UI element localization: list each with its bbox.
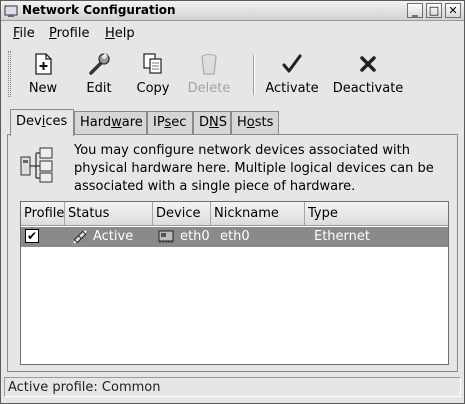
toolbar: New Edit Copy Delete Activate Deactivate (1, 47, 464, 103)
app-icon (4, 5, 18, 17)
maximize-button[interactable]: □ (426, 3, 442, 18)
column-header-nickname[interactable]: Nickname (211, 202, 305, 225)
copy-icon (143, 53, 162, 74)
network-configuration-window: Network Configuration _ □ ✕ File Profile… (0, 0, 465, 404)
deactivate-button[interactable]: Deactivate (331, 51, 405, 99)
column-header-status[interactable]: Status (65, 202, 153, 225)
minimize-button[interactable]: _ (407, 3, 423, 18)
network-devices-icon (20, 147, 53, 183)
device-list-header: Profile Status Device Nickname Type (21, 202, 448, 226)
profile-checkbox[interactable]: ✔ (25, 229, 39, 243)
toolbar-grip[interactable] (8, 51, 11, 97)
edit-button[interactable]: Edit (80, 51, 118, 99)
activate-button[interactable]: Activate (264, 51, 320, 99)
wrench-icon (89, 53, 110, 75)
x-icon (360, 56, 376, 72)
status-cell: Active (93, 229, 134, 244)
copy-button[interactable]: Copy (132, 51, 174, 99)
new-button[interactable]: New (23, 51, 63, 99)
tab-hardware[interactable]: Hardware (74, 111, 147, 135)
active-connection-icon (73, 230, 87, 244)
checkmark-icon (282, 54, 302, 73)
column-header-profile[interactable]: Profile (21, 202, 65, 225)
status-bar: Active profile: Common (4, 377, 461, 397)
column-header-device[interactable]: Device (153, 202, 211, 225)
tab-dns[interactable]: DNS (193, 111, 231, 135)
trash-icon (201, 54, 217, 75)
menu-help[interactable]: Help (105, 26, 135, 41)
new-document-icon (35, 53, 52, 75)
device-list: Profile Status Device Nickname Type ✔ Ac… (20, 201, 449, 365)
menu-bar: File Profile Help (1, 22, 464, 44)
window-title: Network Configuration (22, 3, 176, 17)
devices-description: You may configure network devices associ… (74, 143, 434, 194)
delete-button[interactable]: Delete (185, 51, 233, 99)
devices-panel: You may configure network devices associ… (7, 134, 458, 372)
menu-file[interactable]: File (13, 26, 35, 41)
tab-ipsec[interactable]: IPsec (147, 111, 193, 135)
title-bar[interactable]: Network Configuration _ □ ✕ (1, 1, 464, 21)
column-header-type[interactable]: Type (305, 202, 448, 225)
tab-bar: Devices Hardware IPsec DNS Hosts (1, 109, 464, 136)
tab-devices[interactable]: Devices (10, 109, 74, 136)
type-cell: Ethernet (314, 229, 370, 244)
device-cell: eth0 (180, 229, 210, 244)
toolbar-separator (253, 55, 255, 95)
menu-profile[interactable]: Profile (49, 26, 89, 41)
table-row[interactable]: ✔ Active eth0 eth0 Ethernet (21, 227, 448, 247)
close-button[interactable]: ✕ (445, 3, 461, 18)
nickname-cell: eth0 (220, 229, 250, 244)
tab-hosts[interactable]: Hosts (231, 111, 279, 135)
network-card-icon (158, 230, 174, 243)
